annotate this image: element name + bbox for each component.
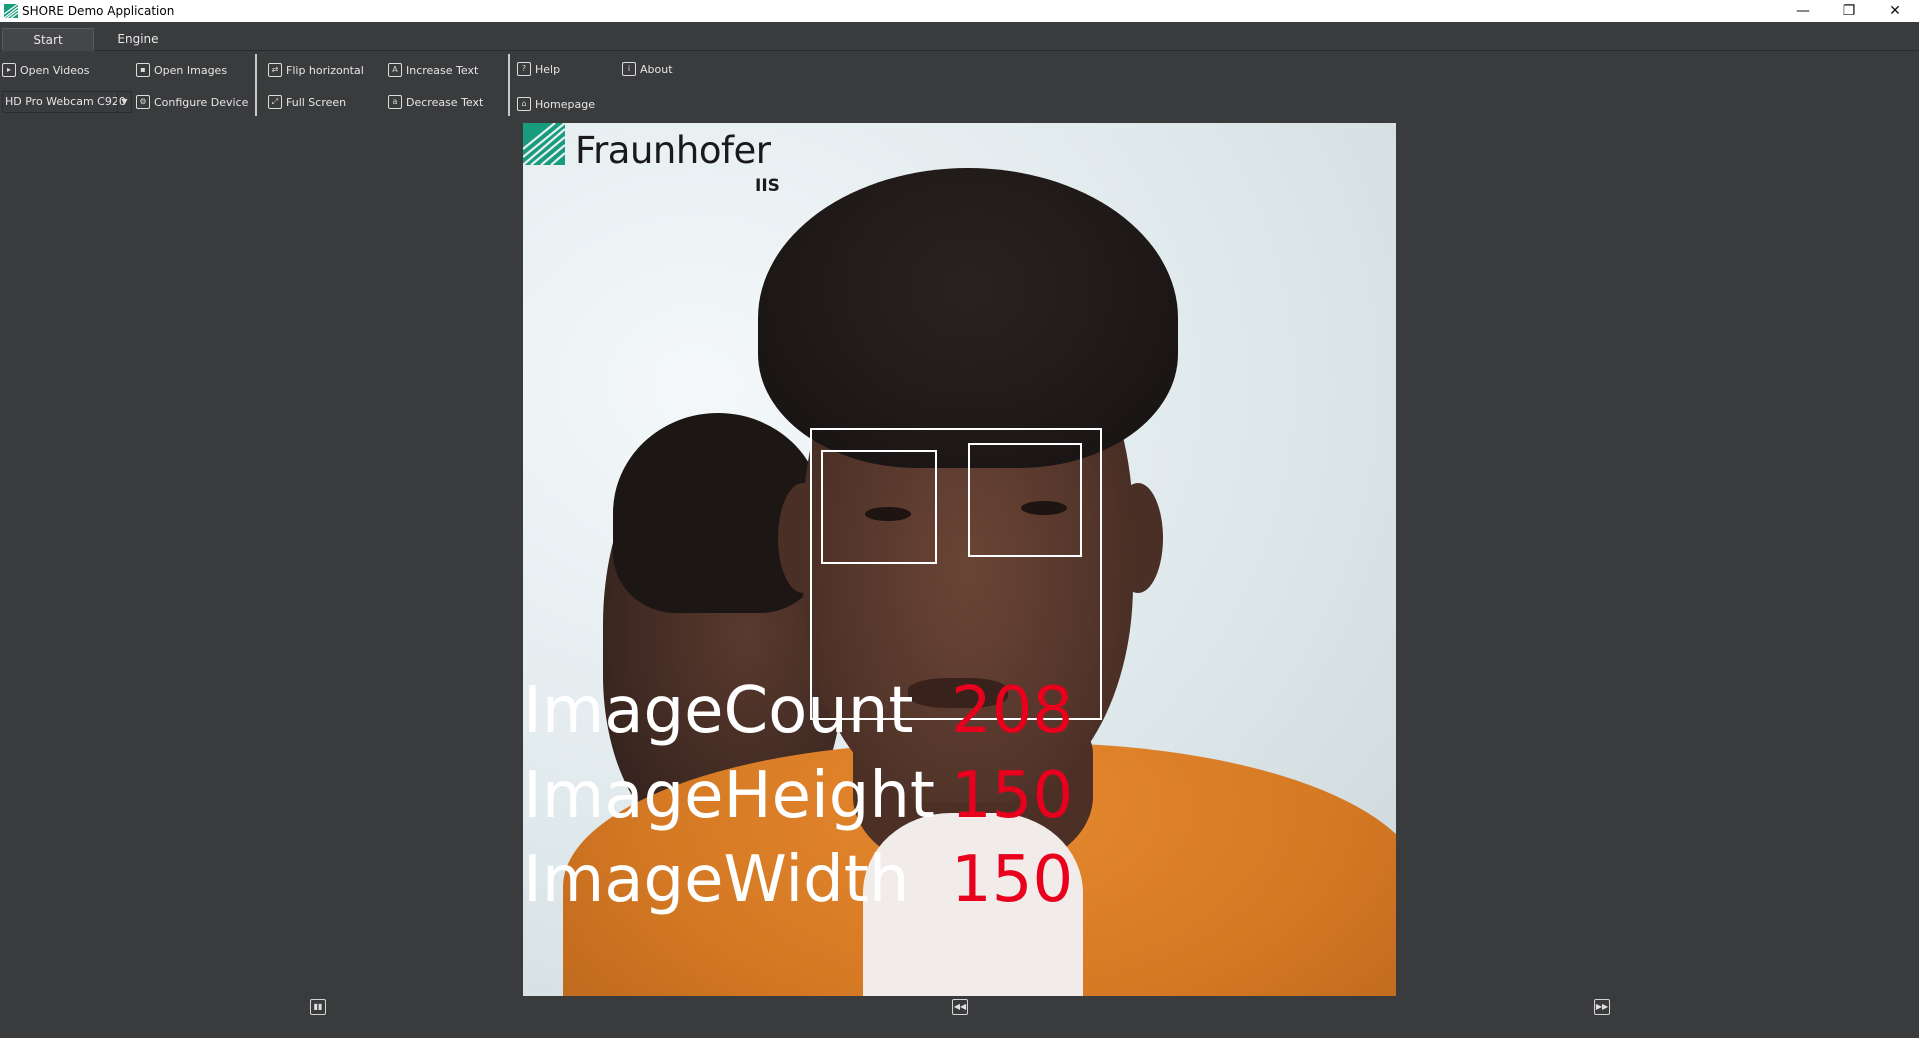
homepage-button[interactable]: ⌂ Homepage (517, 93, 595, 115)
next-button[interactable]: ▶▶ (1594, 999, 1610, 1015)
window-title: SHORE Demo Application (22, 4, 175, 18)
video-file-icon: ▸ (2, 63, 16, 77)
settings-icon: ⚙ (136, 95, 150, 109)
tab-engine[interactable]: Engine (100, 28, 176, 51)
device-select-value: HD Pro Webcam C920 (5, 95, 126, 108)
about-label: About (640, 62, 673, 76)
stat-label: ImageWidth (523, 843, 910, 917)
full-screen-label: Full Screen (286, 95, 347, 109)
hair (758, 168, 1178, 468)
help-icon: ? (517, 62, 531, 76)
device-select[interactable]: HD Pro Webcam C920 ▼ (2, 91, 132, 113)
image-file-icon: ▪ (136, 63, 150, 77)
about-button[interactable]: i About (622, 58, 673, 80)
configure-device-label: Configure Device (154, 95, 249, 109)
pause-button[interactable]: ▮▮ (310, 999, 326, 1015)
ribbon-separator (255, 54, 257, 116)
open-images-label: Open Images (154, 63, 228, 77)
configure-device-button[interactable]: ⚙ Configure Device (136, 91, 248, 113)
full-screen-button[interactable]: ⤢ Full Screen (268, 91, 346, 113)
increase-text-label: Increase Text (406, 63, 479, 77)
pause-icon: ▮▮ (313, 1002, 323, 1011)
open-videos-label: Open Videos (20, 63, 90, 77)
logo-subtitle: IIS (755, 176, 780, 196)
left-eye-detection-box (821, 450, 937, 564)
fullscreen-icon: ⤢ (268, 95, 282, 109)
video-viewport: Fraunhofer IIS ImageCount 208 ImageHeigh… (523, 123, 1396, 996)
tab-start[interactable]: Start (2, 28, 94, 51)
text-increase-icon: A (388, 63, 402, 77)
previous-icon: ◀◀ (953, 1002, 967, 1011)
previous-button[interactable]: ◀◀ (952, 999, 968, 1015)
title-bar: SHORE Demo Application — ❐ ✕ (0, 0, 1919, 22)
decrease-text-button[interactable]: a Decrease Text (388, 91, 483, 113)
tab-bar: Start Engine (0, 22, 1919, 51)
minimize-button[interactable]: — (1780, 0, 1826, 22)
fraunhofer-logo: Fraunhofer IIS (523, 123, 793, 203)
flip-icon: ⇄ (268, 63, 282, 77)
text-decrease-icon: a (388, 95, 402, 109)
logo-name: Fraunhofer (575, 129, 771, 172)
homepage-label: Homepage (535, 97, 595, 111)
maximize-button[interactable]: ❐ (1826, 0, 1872, 22)
open-videos-button[interactable]: ▸ Open Videos (2, 59, 89, 81)
help-button[interactable]: ? Help (517, 58, 560, 80)
info-icon: i (622, 62, 636, 76)
stat-value: 150 (951, 759, 1074, 833)
home-icon: ⌂ (517, 97, 531, 111)
stat-value: 150 (951, 843, 1074, 917)
flip-horizontal-button[interactable]: ⇄ Flip horizontal (268, 59, 364, 81)
open-images-button[interactable]: ▪ Open Images (136, 59, 227, 81)
help-label: Help (535, 62, 561, 76)
stat-label: ImageHeight (523, 759, 935, 833)
right-eye-detection-box (968, 443, 1082, 557)
ribbon-separator (508, 54, 510, 116)
close-button[interactable]: ✕ (1872, 0, 1918, 22)
stat-value: 208 (951, 674, 1074, 748)
stat-row: ImageWidth 150 (523, 840, 1396, 920)
fraunhofer-mark-icon (523, 123, 565, 165)
app-logo-icon (4, 4, 18, 18)
stat-row: ImageHeight 150 (523, 756, 1396, 836)
decrease-text-label: Decrease Text (406, 95, 484, 109)
stat-label: ImageCount (523, 674, 914, 748)
stat-row: ImageCount 208 (523, 671, 1396, 751)
next-icon: ▶▶ (1595, 1002, 1609, 1011)
flip-horizontal-label: Flip horizontal (286, 63, 364, 77)
ribbon-toolbar: ▸ Open Videos ▪ Open Images HD Pro Webca… (0, 52, 1919, 118)
increase-text-button[interactable]: A Increase Text (388, 59, 478, 81)
chevron-down-icon[interactable]: ▼ (117, 92, 131, 112)
